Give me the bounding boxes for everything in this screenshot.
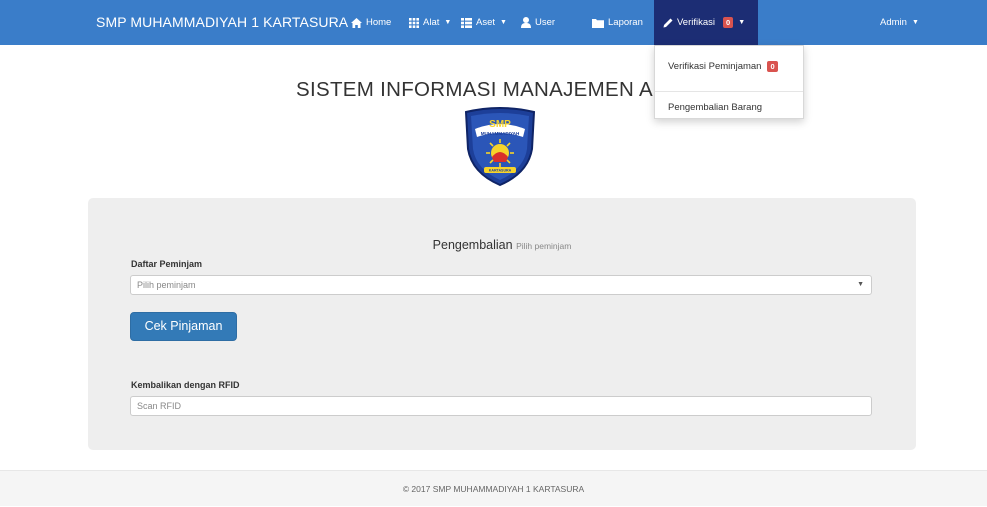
home-icon bbox=[351, 17, 362, 28]
user-icon bbox=[521, 17, 531, 28]
nav-laporan[interactable]: Laporan bbox=[592, 0, 643, 45]
dropdown-divider bbox=[655, 91, 803, 92]
brand-link[interactable]: SMP MUHAMMADIYAH 1 KARTASURA bbox=[96, 0, 348, 45]
nav-user[interactable]: User bbox=[521, 0, 555, 45]
panel-heading-subtitle: Pilih peminjam bbox=[516, 241, 572, 251]
dropdown-item-verifikasi-peminjaman[interactable]: Verifikasi Peminjaman 0 bbox=[668, 61, 778, 72]
grid-icon bbox=[409, 17, 419, 28]
dropdown-item-pengembalian-barang[interactable]: Pengembalian Barang bbox=[668, 102, 762, 113]
chevron-down-icon: ▼ bbox=[500, 19, 507, 26]
rfid-input-placeholder: Scan RFID bbox=[137, 401, 182, 411]
dropdown-item-label: Pengembalian Barang bbox=[668, 102, 763, 113]
rfid-label: Kembalikan dengan RFID bbox=[131, 380, 240, 390]
folder-icon bbox=[592, 18, 604, 28]
chevron-down-icon: ▼ bbox=[911, 19, 919, 26]
nav-verifikasi-label: Verifikasi bbox=[677, 17, 716, 28]
nav-user-label: User bbox=[535, 17, 556, 28]
peminjaman-count-badge: 0 bbox=[767, 61, 778, 72]
footer: © 2017 SMP MUHAMMADIYAH 1 KARTASURA bbox=[0, 470, 987, 506]
panel-heading: Pengembalian Pilih peminjam bbox=[88, 238, 916, 252]
chevron-down-icon: ▼ bbox=[444, 19, 452, 26]
peminjam-select-value: Pilih peminjam bbox=[137, 280, 196, 290]
school-logo: SMP MUHAMMADIYAH KARTASURA bbox=[462, 107, 538, 192]
list-icon bbox=[461, 17, 472, 28]
verifikasi-dropdown-menu: Verifikasi Peminjaman 0 Pengembalian Bar… bbox=[654, 45, 804, 119]
page-title: SISTEM INFORMASI MANAJEMEN A bbox=[296, 78, 653, 101]
nav-laporan-label: Laporan bbox=[608, 17, 643, 28]
rfid-input[interactable]: Scan RFID bbox=[130, 396, 872, 416]
nav-alat-label: Alat bbox=[423, 17, 440, 28]
pengembalian-panel: Pengembalian Pilih peminjam Daftar Pemin… bbox=[88, 198, 916, 450]
chevron-down-icon: ▼ bbox=[738, 19, 746, 26]
nav-home-label: Home bbox=[366, 17, 392, 28]
cek-pinjaman-button[interactable]: Cek Pinjaman bbox=[130, 312, 237, 341]
verifikasi-count-badge: 0 bbox=[723, 17, 734, 28]
panel-heading-title: Pengembalian bbox=[432, 238, 513, 252]
footer-copyright: © 2017 SMP MUHAMMADIYAH 1 KARTASURA bbox=[402, 484, 585, 494]
dropdown-item-label: Verifikasi Peminjaman bbox=[668, 61, 762, 72]
daftar-peminjam-label: Daftar Peminjam bbox=[131, 259, 203, 269]
nav-admin-label: Admin bbox=[880, 17, 907, 28]
nav-home[interactable]: Home bbox=[351, 0, 391, 45]
nav-admin[interactable]: Admin ▼ bbox=[880, 0, 919, 45]
nav-aset-label: Aset bbox=[476, 17, 496, 28]
nav-alat[interactable]: Alat ▼ bbox=[409, 0, 451, 45]
svg-text:SMP: SMP bbox=[489, 119, 511, 130]
chevron-down-icon: ▼ bbox=[857, 281, 864, 288]
nav-verifikasi[interactable]: Verifikasi 0 ▼ bbox=[654, 0, 758, 45]
svg-text:MUHAMMADIYAH: MUHAMMADIYAH bbox=[481, 131, 520, 136]
pencil-icon bbox=[663, 18, 673, 28]
svg-text:KARTASURA: KARTASURA bbox=[489, 169, 512, 173]
top-navbar: SMP MUHAMMADIYAH 1 KARTASURA Home Alat ▼… bbox=[0, 0, 987, 45]
nav-aset[interactable]: Aset ▼ bbox=[461, 0, 507, 45]
peminjam-select[interactable]: Pilih peminjam ▼ bbox=[130, 275, 872, 295]
